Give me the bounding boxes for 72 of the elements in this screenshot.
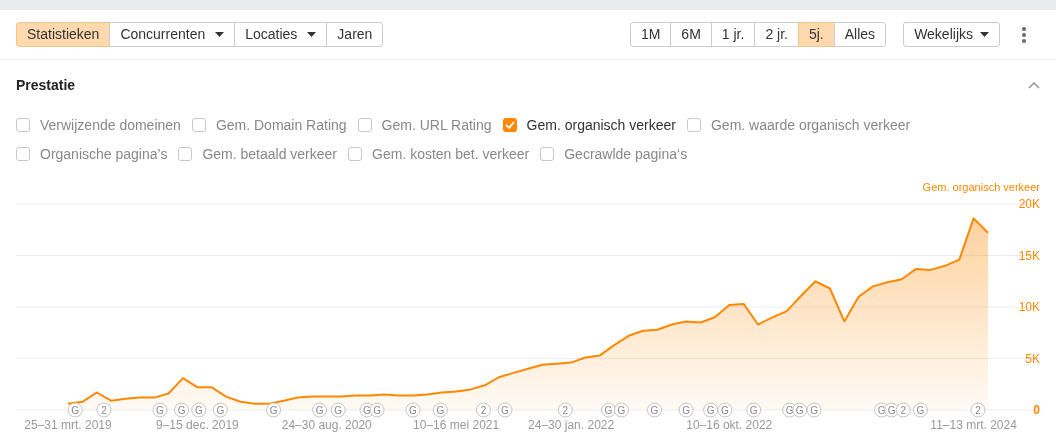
axis-label: 0 [1033, 403, 1040, 417]
axis-label: 15K [1018, 248, 1040, 263]
checkbox[interactable] [348, 147, 362, 161]
caret-icon [980, 32, 989, 37]
annotation-marker[interactable]: G [212, 402, 228, 418]
checkbox-label: Gecrawlde pagina‘s [564, 144, 688, 164]
axis-label: 24–30 jan. 2022 [528, 418, 615, 432]
annotation-marker[interactable]: G [746, 402, 762, 418]
annotation-marker[interactable]: G [67, 402, 83, 418]
axis-label: 20K [1018, 197, 1040, 211]
annotation-marker[interactable]: G [191, 402, 207, 418]
axis-label: 10K [1018, 300, 1040, 314]
annotation-marker[interactable]: 2 [895, 402, 911, 418]
annotation-marker[interactable]: G [806, 402, 822, 418]
annotation-marker[interactable]: G [647, 402, 662, 418]
range-button[interactable]: 1 jr. [710, 22, 756, 47]
checkbox-label: Gem. URL Rating [381, 115, 492, 135]
axis-label: 10–16 okt. 2022 [686, 418, 773, 432]
annotation-marker[interactable]: G [330, 402, 346, 418]
section-title: Prestatie [16, 75, 76, 95]
dropdown-tab[interactable]: Locaties [234, 22, 328, 47]
annotation-marker[interactable]: G [152, 402, 168, 418]
annotation-marker[interactable]: G [369, 402, 385, 418]
checkbox-label: Gem. waarde organisch verkeer [710, 115, 911, 135]
annotation-marker[interactable]: G [613, 402, 629, 418]
checkbox-label: Gem. kosten bet. verkeer [372, 144, 530, 164]
axis-label: 25–31 mrt. 2019 [24, 418, 112, 432]
range-button[interactable]: 1M [629, 22, 672, 47]
range-button[interactable]: 2 jr. [754, 22, 799, 47]
axis-label: 9–15 dec. 2019 [156, 418, 239, 432]
checkbox-label: Gem. organisch verkeer [526, 115, 676, 135]
dropdown-tab[interactable]: Concurrenten [109, 22, 236, 47]
range-button[interactable]: 5j. [797, 22, 835, 47]
checkbox[interactable] [357, 118, 372, 132]
checkbox-label: Gem. Domain Rating [215, 115, 347, 135]
collapse-icon[interactable] [1028, 81, 1040, 89]
annotation-marker[interactable]: G [405, 402, 421, 418]
annotation-marker[interactable]: G [678, 402, 694, 418]
checkbox[interactable] [178, 147, 193, 161]
annotation-marker[interactable]: 2 [557, 402, 573, 418]
checkbox[interactable] [502, 118, 517, 132]
annotation-marker[interactable]: G [497, 402, 513, 418]
axis-label: 11–13 mrt. 2024 [930, 418, 1017, 432]
annotation-marker[interactable]: G [792, 402, 808, 418]
checkbox[interactable] [191, 118, 206, 132]
checkbox-label: Gem. betaald verkeer [202, 144, 337, 164]
annotation-marker[interactable]: G [432, 402, 448, 418]
checkbox[interactable] [16, 118, 30, 132]
checkbox-label: Organische pagina’s [40, 144, 168, 164]
annotation-marker[interactable]: G [312, 402, 328, 418]
checkbox[interactable] [686, 118, 701, 132]
tab[interactable]: Statistieken [16, 22, 111, 47]
range-button[interactable]: Alles [833, 22, 887, 47]
annotation-marker[interactable]: 2 [96, 402, 112, 418]
axis-label: 10–16 mei 2021 [413, 418, 500, 432]
annotation-marker[interactable]: G [266, 402, 282, 418]
range-button[interactable]: 6M [670, 22, 712, 47]
annotation-marker[interactable]: G [912, 402, 928, 418]
more-icon[interactable] [1022, 26, 1026, 43]
annotation-marker[interactable]: G [717, 402, 733, 418]
axis-label: 24–30 aug. 2020 [281, 418, 372, 432]
interval-dropdown[interactable]: Wekelijks [903, 22, 1000, 47]
legend-label: Gem. organisch verkeer [922, 180, 1040, 195]
annotation-marker[interactable]: 2 [970, 402, 986, 418]
tab[interactable]: Jaren [326, 22, 384, 47]
checkbox-label: Verwijzende domeinen [40, 115, 181, 135]
axis-label: 5K [1025, 351, 1040, 366]
checkbox[interactable] [16, 147, 30, 161]
checkbox[interactable] [540, 147, 555, 161]
annotation-marker[interactable]: G [703, 402, 719, 418]
annotation-marker[interactable]: G [174, 402, 190, 418]
annotation-marker[interactable]: 2 [475, 402, 491, 418]
